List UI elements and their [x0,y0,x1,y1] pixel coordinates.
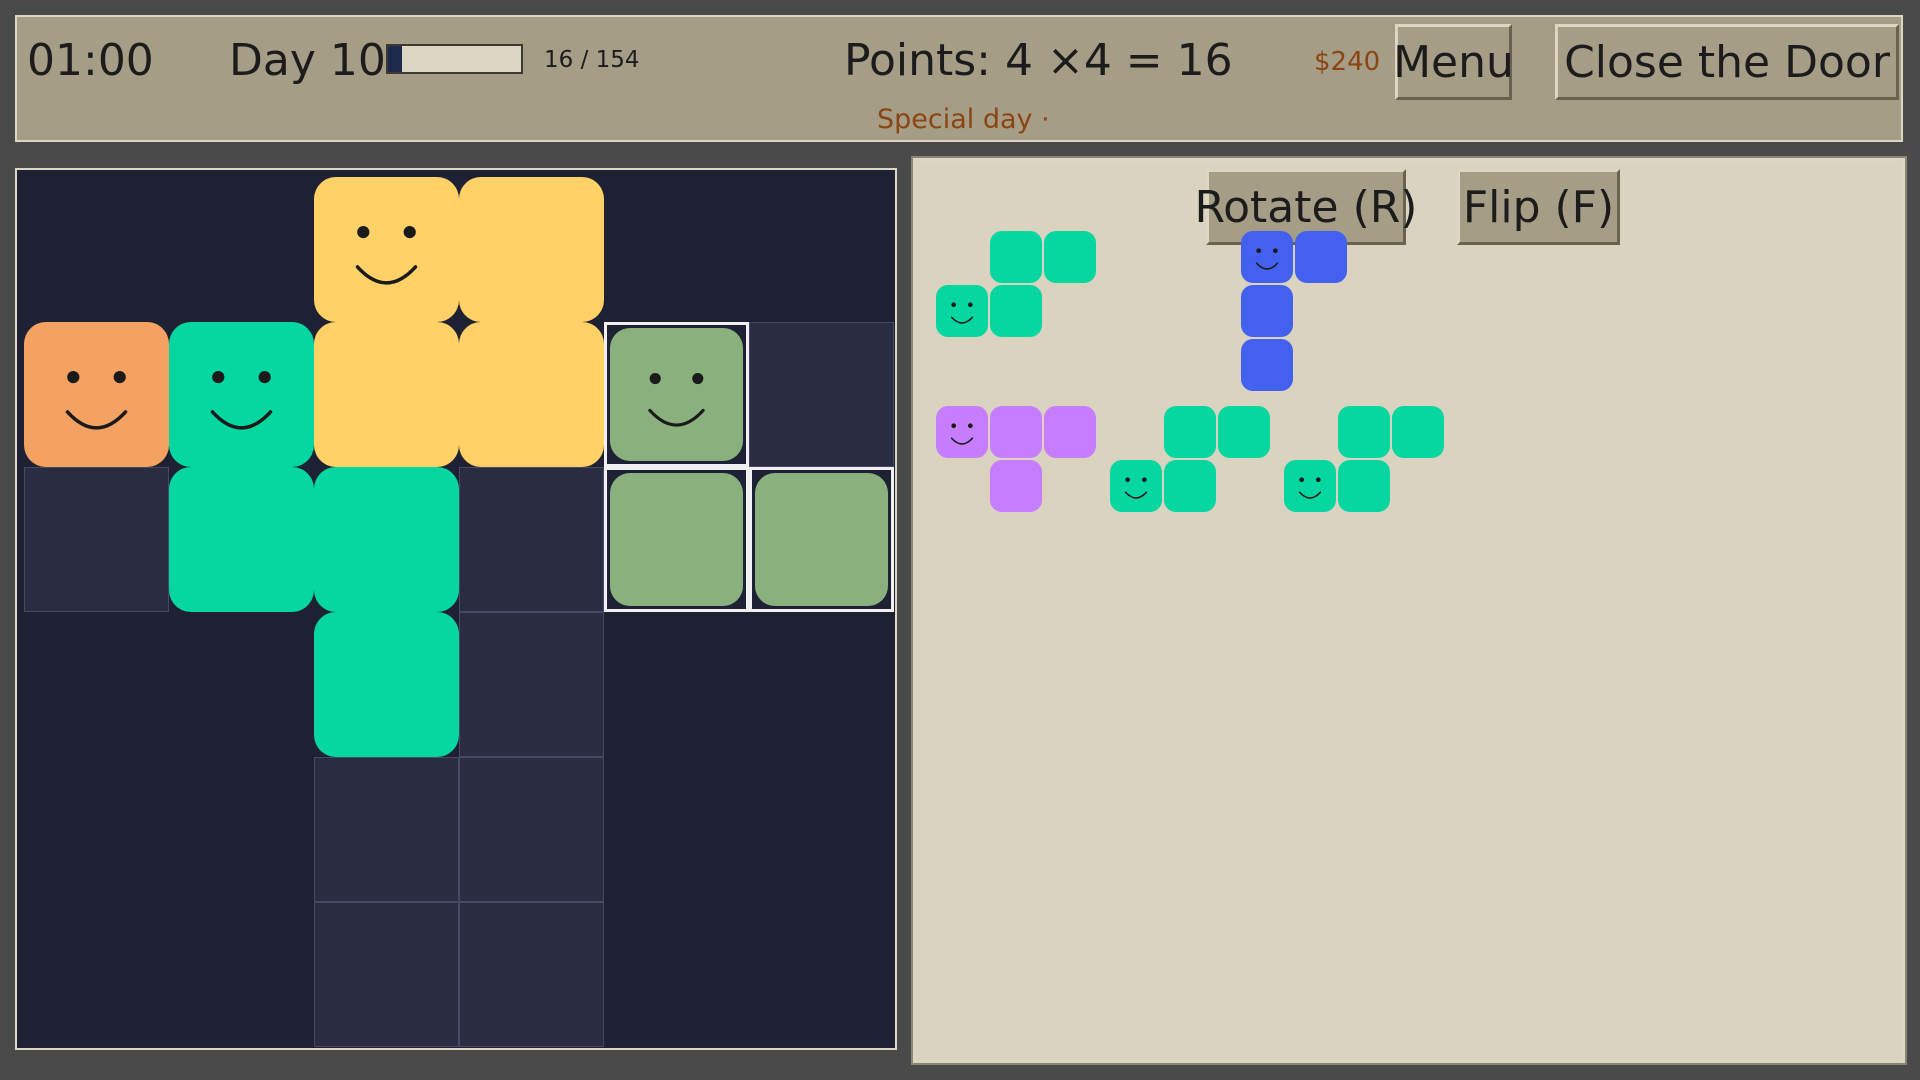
points-display: Points: 4 ×4 = 16 [844,35,1233,86]
block-fill [610,328,743,461]
piece-cell[interactable] [990,231,1042,283]
game-board[interactable] [15,168,897,1050]
flip-button[interactable]: Flip (F) [1457,169,1620,245]
board-empty-cell[interactable] [749,322,894,467]
smiley-face-icon [648,372,705,427]
board-empty-cell[interactable] [459,902,604,1047]
day-progress-fill [388,46,402,72]
close-the-door-button[interactable]: Close the Door [1555,24,1899,100]
piece-cell[interactable] [1295,231,1347,283]
board-block-sage[interactable] [604,322,749,467]
piece-cell[interactable] [1241,339,1293,391]
progress-text: 16 / 154 [544,47,640,73]
board-block-yellow[interactable] [314,322,459,467]
board-empty-cell[interactable] [459,757,604,902]
piece-cell[interactable] [1164,460,1216,512]
money-display: $240 [1314,47,1381,77]
board-block-orange[interactable] [24,322,169,467]
day-label: Day 10 [229,35,386,86]
board-empty-cell[interactable] [459,467,604,612]
board-block-yellow[interactable] [459,322,604,467]
smiley-face-icon [950,423,974,445]
smiley-face-icon [1255,248,1279,270]
piece-cell[interactable] [1284,460,1336,512]
board-block-teal[interactable] [314,467,459,612]
board-empty-cell[interactable] [24,467,169,612]
clock-display: 01:00 [27,35,154,86]
smiley-face-icon [65,371,128,430]
piece-cell[interactable] [990,460,1042,512]
top-bar: 01:00 Day 10 16 / 154 Points: 4 ×4 = 16 … [15,15,1903,142]
piece-cell[interactable] [1338,406,1390,458]
piece-cell[interactable] [1392,406,1444,458]
piece-cell[interactable] [1044,406,1096,458]
piece-cell[interactable] [990,406,1042,458]
board-block-yellow[interactable] [459,177,604,322]
piece-cell[interactable] [1218,406,1270,458]
board-block-teal[interactable] [169,322,314,467]
smiley-face-icon [355,226,418,285]
piece-cell[interactable] [1044,231,1096,283]
smiley-face-icon [950,302,974,324]
piece-cell[interactable] [990,285,1042,337]
board-block-sage[interactable] [749,467,894,612]
board-block-yellow[interactable] [314,177,459,322]
board-empty-cell[interactable] [314,757,459,902]
smiley-face-icon [210,371,273,430]
smiley-face-icon [1298,477,1322,499]
piece-cell[interactable] [1241,285,1293,337]
piece-cell[interactable] [1110,460,1162,512]
board-empty-cell[interactable] [314,902,459,1047]
piece-cell[interactable] [936,285,988,337]
piece-cell[interactable] [1241,231,1293,283]
piece-cell[interactable] [936,406,988,458]
board-block-teal[interactable] [314,612,459,757]
special-day-label: Special day · [877,104,1050,135]
day-progress-bar [386,44,523,74]
board-block-teal[interactable] [169,467,314,612]
piece-cell[interactable] [1338,460,1390,512]
block-fill [610,473,743,606]
piece-cell[interactable] [1164,406,1216,458]
piece-tray: Rotate (R) Flip (F) [911,156,1907,1065]
board-empty-cell[interactable] [459,612,604,757]
smiley-face-icon [1124,477,1148,499]
menu-button[interactable]: Menu [1393,24,1514,100]
block-fill [755,473,888,606]
board-block-sage[interactable] [604,467,749,612]
